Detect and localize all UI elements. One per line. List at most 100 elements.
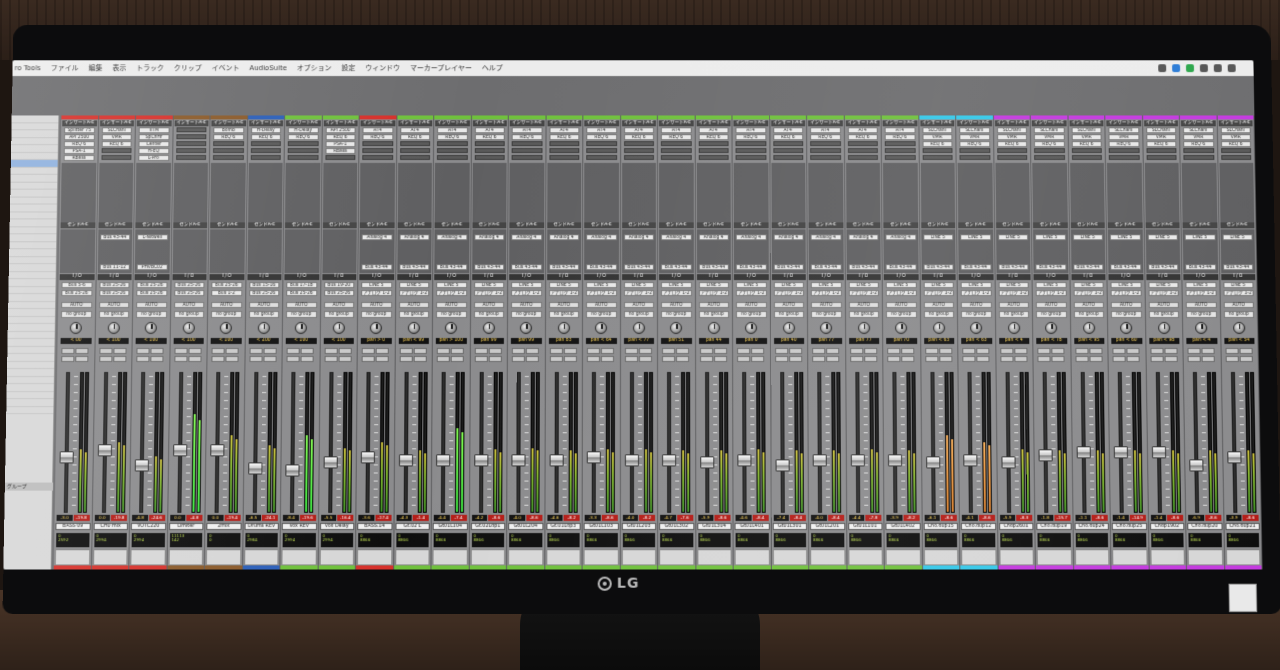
send-slot[interactable]: LINE 5: [997, 234, 1029, 241]
pan-knob[interactable]: [932, 321, 945, 334]
insert-slot[interactable]: VMR: [1108, 134, 1139, 141]
record-button[interactable]: [511, 355, 525, 362]
automation-mode[interactable]: AUTO: [323, 302, 355, 309]
automation-mode[interactable]: AUTO: [735, 302, 767, 309]
automation-mode[interactable]: AUTO: [98, 302, 130, 309]
track-list-row[interactable]: [7, 346, 55, 354]
volume-fader[interactable]: [1038, 449, 1053, 462]
volume-fader[interactable]: [97, 444, 112, 457]
insert-slot-empty[interactable]: [399, 154, 431, 160]
pan-knob[interactable]: [482, 321, 495, 334]
pan-knob[interactable]: [782, 321, 795, 334]
output-selector[interactable]: アナログ 1-2: [1185, 290, 1217, 297]
solo-button[interactable]: [962, 347, 976, 354]
insert-slot-empty[interactable]: [660, 154, 692, 160]
automation-mode[interactable]: AUTO: [660, 302, 692, 309]
comments-field[interactable]: [545, 549, 581, 566]
insert-slot-empty[interactable]: [847, 141, 878, 147]
send-slot[interactable]: Analog 4: [511, 234, 542, 241]
volume-fader[interactable]: [59, 451, 74, 464]
track-name[interactable]: 2mix: [206, 522, 242, 531]
output-selector[interactable]: アナログ 1-2: [998, 290, 1029, 297]
track-list-row[interactable]: [7, 353, 55, 362]
comments-field[interactable]: [923, 549, 959, 566]
insert-slot[interactable]: SLChanl: [1145, 127, 1177, 134]
mute-button[interactable]: [375, 347, 389, 354]
insert-slot-empty[interactable]: [884, 141, 916, 147]
send-slot[interactable]: Bus 43-44: [923, 264, 954, 271]
comments-field[interactable]: [1112, 549, 1148, 566]
comments-field[interactable]: [998, 549, 1034, 566]
track-name[interactable]: Vox REV: [281, 522, 317, 531]
solo-button[interactable]: [511, 347, 525, 354]
send-slot[interactable]: Analog 4: [810, 234, 842, 241]
record-button[interactable]: [849, 355, 863, 362]
group-selector[interactable]: no group: [960, 311, 992, 318]
mute-button[interactable]: [901, 347, 915, 354]
track-list-row[interactable]: [10, 174, 58, 183]
volume-fader[interactable]: [172, 444, 187, 457]
insert-slot[interactable]: REQ 6: [847, 134, 878, 141]
pan-knob[interactable]: [407, 321, 420, 334]
input-monitor-button[interactable]: [976, 355, 990, 362]
input-selector[interactable]: LINE 5: [1147, 282, 1179, 289]
cloud-icon[interactable]: [1172, 64, 1181, 73]
insert-slot[interactable]: REQ 6: [1145, 141, 1177, 148]
solo-button[interactable]: [436, 347, 450, 354]
insert-slot-empty[interactable]: [511, 141, 543, 147]
send-slot[interactable]: Bus 43-44: [1147, 264, 1179, 271]
volume-fader[interactable]: [360, 451, 375, 464]
comments-field[interactable]: [281, 549, 317, 566]
comments-field[interactable]: [508, 549, 543, 566]
insert-slot-empty[interactable]: [1146, 154, 1177, 160]
insert-slot[interactable]: REQ 6: [213, 134, 244, 141]
volume-fader[interactable]: [398, 454, 413, 467]
group-selector[interactable]: no group: [735, 311, 767, 318]
volume-fader[interactable]: [586, 451, 601, 464]
automation-mode[interactable]: AUTO: [623, 302, 654, 309]
mute-button[interactable]: [1088, 347, 1102, 354]
automation-mode[interactable]: AUTO: [511, 302, 542, 309]
insert-slot-empty[interactable]: [287, 141, 319, 147]
input-selector[interactable]: LINE 5: [1110, 282, 1142, 289]
group-selector[interactable]: no group: [1148, 311, 1180, 318]
input-monitor-button[interactable]: [1201, 355, 1215, 362]
insert-slot-empty[interactable]: [1220, 154, 1252, 160]
input-monitor-button[interactable]: [863, 355, 877, 362]
insert-slot-empty[interactable]: [884, 148, 916, 154]
pan-knob[interactable]: [519, 321, 532, 334]
solo-button[interactable]: [999, 347, 1013, 354]
track-name[interactable]: CH0 mix: [93, 522, 128, 531]
insert-slot-empty[interactable]: [474, 148, 505, 154]
insert-slot[interactable]: VTM: [138, 127, 170, 134]
insert-slot-empty[interactable]: [362, 141, 393, 147]
track-name[interactable]: Gt01L302: [659, 522, 694, 531]
insert-slot[interactable]: AT4: [362, 127, 393, 134]
input-selector[interactable]: LINE 5: [1222, 282, 1254, 289]
track-list-row[interactable]: [7, 316, 56, 324]
solo-button[interactable]: [1074, 347, 1088, 354]
send-slot[interactable]: Bus 43-44: [99, 234, 131, 241]
input-monitor-button[interactable]: [600, 355, 614, 362]
insert-slot[interactable]: REQ 6: [922, 141, 953, 148]
record-button[interactable]: [624, 355, 638, 362]
insert-slot[interactable]: VMR: [1033, 134, 1065, 141]
insert-slot[interactable]: SLChanl: [1108, 127, 1139, 134]
pan-knob[interactable]: [895, 321, 908, 334]
insert-slot-empty[interactable]: [250, 148, 281, 154]
record-button[interactable]: [812, 355, 826, 362]
insert-slot-empty[interactable]: [772, 148, 804, 154]
group-selector[interactable]: no group: [173, 311, 205, 318]
menu-edit[interactable]: 編集: [88, 63, 102, 73]
track-name[interactable]: Limiter: [168, 522, 204, 531]
insert-slot-empty[interactable]: [436, 148, 468, 154]
input-selector[interactable]: Bus 19-20: [323, 282, 355, 289]
insert-slot[interactable]: SLChanl: [1033, 127, 1065, 134]
mute-button[interactable]: [188, 347, 202, 354]
record-button[interactable]: [173, 355, 187, 362]
insert-slot-empty[interactable]: [810, 141, 841, 147]
send-slot[interactable]: Bus 43-44: [473, 264, 505, 271]
record-button[interactable]: [399, 355, 413, 362]
send-slot[interactable]: Bus 43-44: [1035, 264, 1066, 271]
output-selector[interactable]: Bus 25-26: [323, 290, 355, 297]
